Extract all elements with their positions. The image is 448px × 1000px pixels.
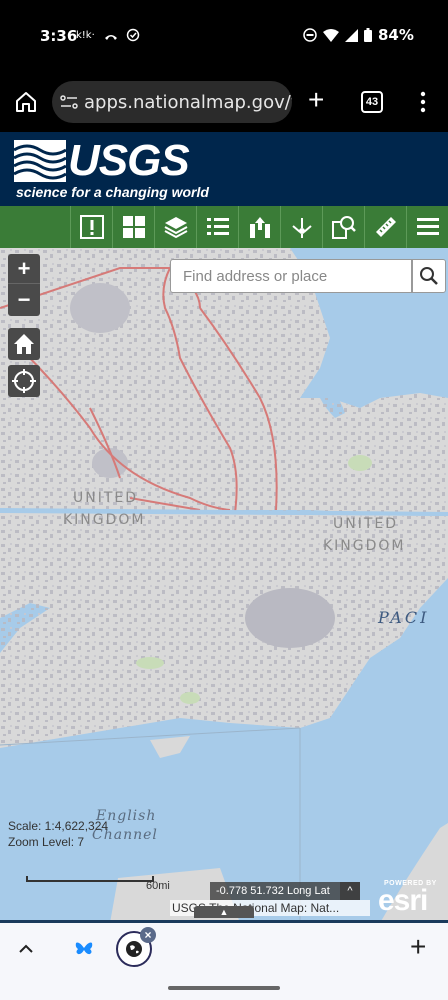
usgs-logo[interactable]: USGS — [68, 136, 190, 186]
usgs-tagline: science for a changing world — [16, 184, 209, 200]
signal-icon — [345, 28, 358, 42]
search-button[interactable] — [412, 259, 446, 293]
kik-icon: k!k· — [76, 30, 95, 41]
search-map-icon — [331, 216, 356, 239]
dnd-icon — [303, 28, 317, 42]
attribution-toggle[interactable]: ▲ — [194, 906, 254, 918]
measure-icon — [375, 217, 396, 237]
zoom-level: Zoom Level: 7 — [8, 835, 85, 849]
map-label-uk-east: UNITED — [333, 516, 399, 532]
alert-button[interactable] — [70, 206, 112, 248]
locate-button[interactable] — [8, 365, 40, 397]
search-input[interactable] — [171, 260, 411, 292]
missed-call-icon — [104, 34, 117, 40]
home-icon[interactable] — [14, 90, 38, 114]
scale-value: Scale: 1:4,622,324 — [8, 819, 109, 833]
layers-button[interactable] — [154, 206, 196, 248]
chevron-up-icon[interactable] — [16, 939, 36, 959]
zoom-in-button[interactable]: + — [8, 254, 40, 284]
address-bar[interactable]: apps.nationalmap.gov/viev — [52, 81, 292, 123]
esri-logo[interactable]: POWERED BY esri — [378, 880, 444, 918]
layers-icon — [164, 217, 187, 239]
wifi-icon — [323, 28, 339, 42]
map-label-ocean: PACI — [378, 608, 430, 627]
battery-percent: 84% — [378, 26, 414, 44]
gesture-handle[interactable] — [168, 986, 280, 990]
scale-info: Scale: 1:4,622,324 Zoom Level: 7 — [8, 818, 108, 850]
map-label-uk-east: KINGDOM — [323, 538, 406, 554]
default-extent-button[interactable] — [8, 328, 40, 360]
browser-toolbar: apps.nationalmap.gov/viev + 43 — [0, 72, 448, 132]
zoom-out-button[interactable]: − — [8, 285, 40, 315]
crosshair-icon — [12, 369, 36, 393]
check-circle-icon — [127, 28, 140, 41]
status-system-icons: 84% — [303, 26, 414, 44]
menu-icon — [416, 218, 439, 235]
map-toolbar — [0, 206, 448, 248]
search-icon — [420, 267, 438, 285]
scale-bar-label: 60mi — [146, 880, 170, 892]
add-data-button[interactable] — [238, 206, 280, 248]
search-box — [170, 259, 412, 293]
coordinate-toggle[interactable]: ^ — [340, 882, 360, 900]
battery-icon — [364, 28, 372, 42]
grid-icon — [122, 216, 145, 238]
status-bar: 3:36 k!k· 84% — [0, 0, 448, 72]
list-icon — [206, 218, 229, 235]
share-icon — [291, 218, 312, 238]
upload-icon — [249, 217, 270, 238]
measure-button[interactable] — [364, 206, 406, 248]
new-tab-button[interactable]: + — [308, 86, 324, 114]
close-tab-button[interactable]: × — [140, 927, 156, 943]
butterfly-icon[interactable] — [74, 939, 94, 959]
scale-bar — [26, 876, 154, 882]
menu-button[interactable] — [406, 206, 448, 248]
status-time: 3:36 — [40, 27, 78, 45]
map-view[interactable]: UNITED KINGDOM UNITED KINGDOM PACI Engli… — [0, 248, 448, 923]
share-button[interactable] — [280, 206, 322, 248]
site-settings-icon[interactable] — [60, 94, 78, 110]
add-tab-button[interactable]: + — [410, 933, 426, 961]
esri-wordmark: esri — [378, 884, 428, 917]
bottom-tab-bar: × + — [0, 923, 448, 1000]
map-label-uk-west: UNITED — [73, 490, 139, 506]
legend-button[interactable] — [196, 206, 238, 248]
home-icon — [14, 334, 34, 354]
url-text: apps.nationalmap.gov/viev — [84, 92, 292, 113]
zoom-control: + − — [8, 254, 40, 316]
map-label-uk-west: KINGDOM — [63, 512, 146, 528]
alert-icon — [79, 215, 104, 239]
tab-switcher-button[interactable]: 43 — [361, 91, 383, 113]
usgs-header: USGS science for a changing world — [0, 132, 448, 206]
basemap-button[interactable] — [112, 206, 154, 248]
query-button[interactable] — [322, 206, 364, 248]
coordinate-readout: -0.778 51.732 Long Lat — [210, 882, 360, 900]
status-notification-icons: k!k· — [76, 27, 140, 42]
usgs-logo-waves-icon[interactable] — [14, 140, 66, 182]
overflow-menu-icon[interactable] — [420, 90, 426, 114]
